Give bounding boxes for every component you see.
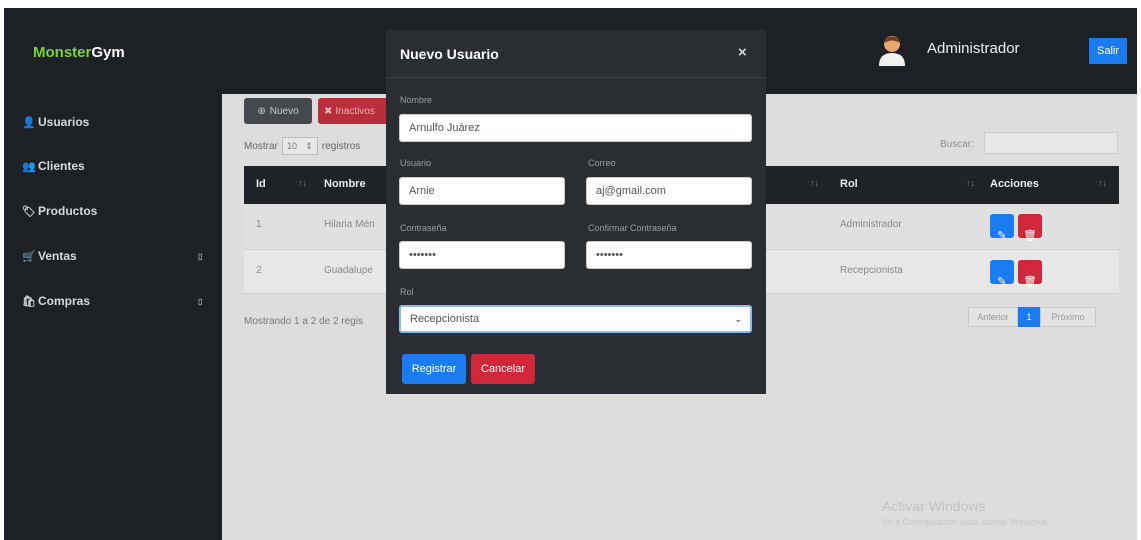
inactive-users-button[interactable]: ✖ Inactivos [318, 98, 388, 124]
rol-select-value: Recepcionista [410, 313, 480, 325]
new-user-label: Nuevo [269, 105, 299, 117]
delete-button[interactable]: 🗑 [1018, 260, 1042, 288]
users-icon: 👥 [22, 160, 36, 173]
confirm-password-label: Confirmar Contraseña [588, 223, 677, 233]
correo-label: Correo [588, 158, 616, 168]
edit-icon: ✎ [997, 230, 1007, 242]
cart-icon: 🛒 [22, 250, 36, 263]
edit-button[interactable]: ✎ [990, 214, 1014, 242]
next-page-button[interactable]: Próximo [1040, 307, 1096, 327]
sort-icon: ↑↓ [1098, 178, 1107, 188]
page-length-control: Mostrar 10 ⇕ registros [244, 137, 360, 155]
tags-icon: 🏷 [22, 205, 36, 218]
register-button[interactable]: Registrar [402, 354, 466, 384]
new-user-modal: Nuevo Usuario × Nombre Arnulfo Juárez Us… [386, 30, 766, 394]
cancel-button[interactable]: Cancelar [471, 354, 535, 384]
trash-icon: 🗑 [1023, 276, 1037, 288]
prev-page-button[interactable]: Anterior [968, 307, 1018, 327]
cell-nombre: Guadalupe [324, 265, 373, 276]
user-x-icon: ✖ [324, 105, 333, 117]
password-input[interactable]: ••••••• [399, 241, 565, 269]
sidebar-item-label: Clientes [38, 159, 85, 173]
page-length-select[interactable]: 10 ⇕ [281, 137, 318, 155]
search-label: Buscar: [940, 139, 974, 150]
table-info: Mostrando 1 a 2 de 2 regis [244, 316, 363, 327]
select-arrows-icon: ⇕ [305, 140, 313, 151]
rol-select[interactable]: Recepcionista ⌄ [399, 305, 752, 333]
sidebar-item-usuarios[interactable]: 👤 Usuarios [22, 115, 89, 129]
chevron-down-icon: ⌄ [734, 313, 742, 324]
modal-header: Nuevo Usuario × [386, 30, 766, 78]
nombre-label: Nombre [400, 95, 433, 105]
cell-nombre: Hilaria Mén [324, 219, 375, 230]
shopping-bag-icon: 🛍 [22, 295, 36, 308]
page-1-button[interactable]: 1 [1018, 307, 1040, 327]
records-label: registros [321, 140, 361, 152]
user-icon: 👤 [22, 116, 36, 129]
correo-input[interactable]: aj@gmail.com [586, 177, 752, 205]
logout-button[interactable]: Salir [1089, 38, 1127, 64]
edit-button[interactable]: ✎ [990, 260, 1014, 288]
usuario-input[interactable]: Arnie [399, 177, 565, 205]
inactive-users-label: Inactivos [335, 105, 375, 117]
user-avatar-icon[interactable] [878, 34, 906, 66]
sort-icon: ↑↓ [298, 178, 307, 188]
col-header-nombre[interactable]: Nombre [324, 178, 366, 190]
cell-rol: Recepcionista [840, 265, 903, 276]
sidebar-item-compras[interactable]: 🛍 Compras ▯ [22, 294, 202, 308]
sidebar-item-productos[interactable]: 🏷 Productos [22, 204, 97, 218]
cell-rol: Administrador [840, 219, 902, 230]
new-user-button[interactable]: ⊕ Nuevo [244, 98, 312, 124]
sort-icon: ↑↓ [810, 178, 819, 188]
usuario-label: Usuario [400, 158, 432, 168]
plus-circle-icon: ⊕ [257, 105, 266, 117]
windows-activation-hint: Ve a Configuración para activar Windows. [882, 517, 1050, 527]
modal-title: Nuevo Usuario [400, 46, 499, 62]
edit-icon: ✎ [997, 276, 1007, 288]
brand-part-gym: Gym [91, 44, 125, 61]
trash-icon: 🗑 [1023, 230, 1037, 242]
sort-icon: ↑↓ [966, 178, 975, 188]
brand-part-monster: Monster [33, 44, 92, 61]
expand-icon: ▯ [198, 296, 203, 306]
cell-id: 1 [256, 219, 262, 230]
nombre-input[interactable]: Arnulfo Juárez [399, 114, 752, 142]
rol-label: Rol [400, 287, 414, 297]
col-header-rol[interactable]: Rol [840, 178, 858, 190]
expand-icon: ▯ [198, 251, 203, 261]
sidebar-item-label: Productos [38, 204, 98, 218]
header-username: Administrador [927, 40, 1020, 57]
brand-logo[interactable]: MonsterGym [33, 44, 125, 61]
col-header-id[interactable]: Id [256, 178, 266, 190]
cell-id: 2 [256, 265, 262, 276]
close-icon[interactable]: × [738, 44, 747, 61]
page-length-value: 10 [287, 141, 298, 151]
delete-button[interactable]: 🗑 [1018, 214, 1042, 242]
sidebar-item-ventas[interactable]: 🛒 Ventas ▯ [22, 249, 202, 263]
windows-activation-watermark: Activar Windows [882, 498, 986, 514]
sidebar-item-label: Compras [38, 294, 91, 308]
confirm-password-input[interactable]: ••••••• [586, 241, 752, 269]
pagination: Anterior 1 Próximo [968, 307, 1096, 327]
sidebar-item-clientes[interactable]: 👥 Clientes [22, 159, 85, 173]
sidebar-item-label: Usuarios [38, 115, 90, 129]
search-input[interactable] [984, 132, 1118, 154]
password-label: Contraseña [400, 223, 447, 233]
sidebar-item-label: Ventas [38, 249, 77, 263]
show-label: Mostrar [244, 140, 278, 152]
col-header-acciones: Acciones [990, 178, 1039, 190]
app-window: MonsterGym Administrador Salir 👤 Usuario… [0, 0, 1141, 540]
